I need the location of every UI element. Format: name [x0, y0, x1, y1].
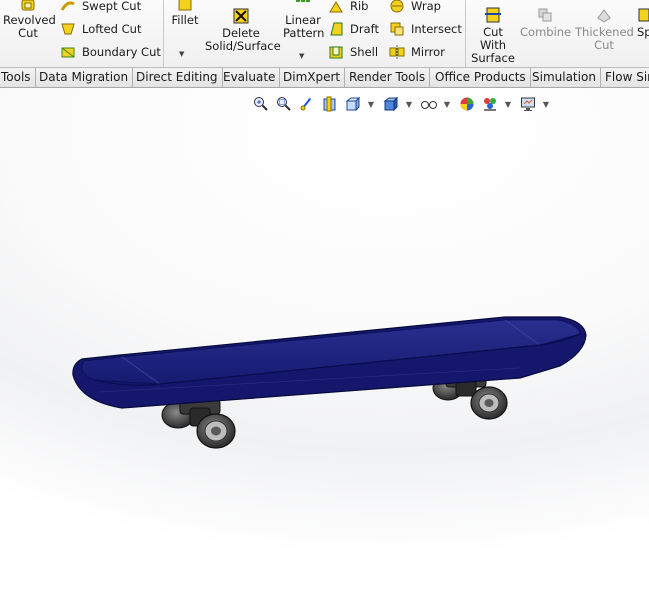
cut-with-surface-icon — [485, 7, 501, 23]
rib-button[interactable]: Rib — [328, 0, 369, 14]
split-icon — [638, 8, 649, 22]
delete-solid-surface-label: Delete Solid/Surface — [205, 26, 281, 53]
linear-pattern-dropdown-arrow[interactable]: ▼ — [299, 52, 304, 60]
command-manager-ribbon: Revolved Cut Swept Cut Lofted Cut Bounda… — [0, 0, 649, 67]
linear-pattern-button[interactable]: Linear Pattern — [283, 0, 325, 40]
delete-solid-surface-button[interactable]: Delete Solid/Surface — [205, 7, 281, 53]
linear-pattern-label: Linear Pattern — [283, 13, 325, 40]
tab-simulation[interactable]: Simulation — [528, 68, 601, 87]
thickened-cut-label: Thickened Cut — [575, 25, 634, 52]
swept-cut-button[interactable]: Swept Cut — [60, 0, 141, 14]
combine-button[interactable]: Combine — [520, 6, 572, 39]
cut-with-surface-button[interactable]: Cut With Surface — [470, 6, 516, 65]
ribbon-separator — [163, 0, 164, 67]
fillet-label: Fillet — [171, 13, 199, 27]
mirror-label: Mirror — [411, 45, 445, 59]
linear-pattern-icon — [296, 0, 310, 2]
shell-icon — [329, 46, 343, 59]
intersect-label: Intersect — [411, 22, 462, 36]
lofted-cut-button[interactable]: Lofted Cut — [60, 21, 141, 37]
tab-tools[interactable]: Tools — [0, 68, 36, 87]
shell-button[interactable]: Shell — [328, 44, 378, 60]
boundary-cut-button[interactable]: Boundary Cut — [60, 44, 161, 60]
swept-cut-icon — [60, 1, 75, 11]
command-manager-tabs: Tools Data Migration Direct Editing Eval… — [0, 67, 649, 88]
intersect-icon — [390, 22, 404, 36]
graphics-area[interactable]: ▼ ▼ ▼ ▼ ▼ — [0, 88, 649, 611]
wrap-label: Wrap — [411, 0, 441, 13]
rear-near-wheel — [196, 413, 236, 449]
rib-label: Rib — [350, 0, 369, 13]
revolved-cut-button[interactable]: Revolved Cut — [3, 0, 56, 40]
boundary-cut-icon — [61, 47, 75, 58]
revolved-cut-icon — [21, 0, 35, 11]
tab-flow-simulation[interactable]: Flow Sim — [601, 68, 649, 87]
lofted-cut-label: Lofted Cut — [82, 22, 142, 36]
mirror-button[interactable]: Mirror — [389, 44, 445, 60]
wrap-button[interactable]: Wrap — [389, 0, 441, 14]
mirror-icon — [389, 45, 405, 59]
tab-direct-editing[interactable]: Direct Editing — [132, 68, 223, 87]
intersect-button[interactable]: Intersect — [389, 21, 462, 37]
tab-data-migration[interactable]: Data Migration — [35, 68, 134, 87]
tab-render-tools[interactable]: Render Tools — [345, 68, 431, 87]
cut-with-surface-label: Cut With Surface — [471, 25, 515, 65]
rib-icon — [329, 1, 343, 13]
fillet-icon — [178, 0, 192, 11]
fillet-dropdown-arrow[interactable]: ▼ — [179, 50, 184, 58]
thickened-cut-icon — [597, 9, 611, 23]
revolved-cut-label: Revolved Cut — [3, 13, 56, 40]
tab-dimxpert[interactable]: DimXpert — [279, 68, 346, 87]
combine-label: Combine — [520, 25, 572, 39]
fillet-button[interactable]: Fillet — [168, 0, 202, 27]
shell-label: Shell — [350, 45, 379, 59]
tab-evaluate[interactable]: Evaluate — [219, 68, 281, 87]
ribbon-separator — [465, 0, 466, 67]
draft-label: Draft — [350, 22, 379, 36]
front-near-wheel — [470, 386, 508, 420]
split-label: Sp — [637, 25, 649, 39]
skateboard-deck — [72, 316, 587, 409]
tab-office-products[interactable]: Office Products — [431, 68, 531, 87]
draft-button[interactable]: Draft — [328, 21, 379, 37]
delete-body-icon — [233, 8, 249, 24]
skateboard-model[interactable] — [0, 88, 649, 611]
draft-icon — [330, 22, 343, 36]
boundary-cut-label: Boundary Cut — [82, 45, 161, 59]
swept-cut-label: Swept Cut — [82, 0, 142, 13]
lofted-cut-icon — [61, 23, 75, 35]
split-button[interactable]: Sp — [637, 6, 649, 39]
wrap-icon — [390, 0, 404, 13]
thickened-cut-button[interactable]: Thickened Cut — [575, 6, 634, 52]
combine-icon — [538, 8, 552, 22]
